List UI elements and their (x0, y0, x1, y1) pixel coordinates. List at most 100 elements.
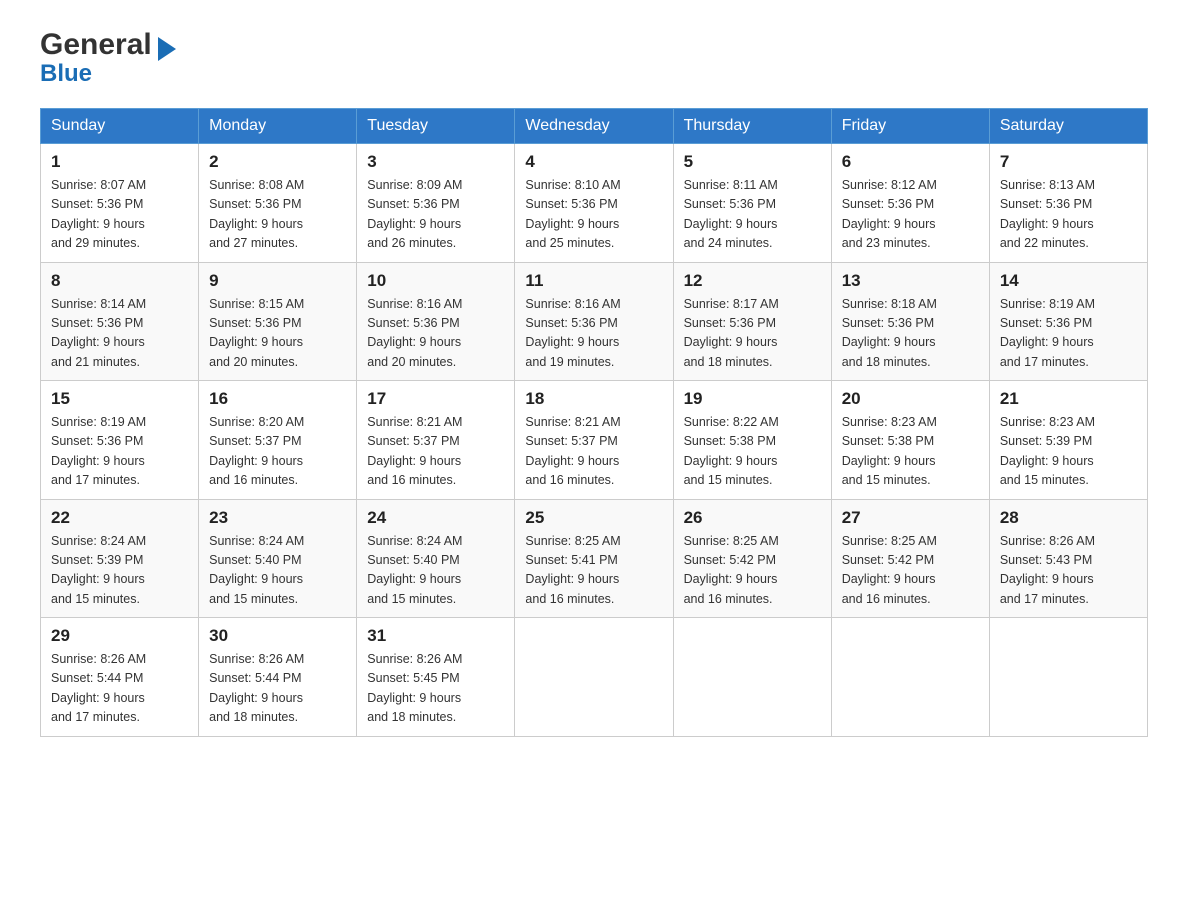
day-number: 6 (842, 152, 979, 172)
day-number: 29 (51, 626, 188, 646)
logo-triangle-icon (158, 37, 186, 61)
day-info: Sunrise: 8:10 AM Sunset: 5:36 PM Dayligh… (525, 176, 662, 254)
day-info: Sunrise: 8:26 AM Sunset: 5:44 PM Dayligh… (209, 650, 346, 728)
day-info: Sunrise: 8:25 AM Sunset: 5:41 PM Dayligh… (525, 532, 662, 610)
day-info: Sunrise: 8:18 AM Sunset: 5:36 PM Dayligh… (842, 295, 979, 373)
day-info: Sunrise: 8:19 AM Sunset: 5:36 PM Dayligh… (51, 413, 188, 491)
day-info: Sunrise: 8:20 AM Sunset: 5:37 PM Dayligh… (209, 413, 346, 491)
calendar-cell (831, 618, 989, 737)
weekday-header-sunday: Sunday (41, 109, 199, 144)
calendar-cell: 28 Sunrise: 8:26 AM Sunset: 5:43 PM Dayl… (989, 499, 1147, 618)
calendar-cell: 4 Sunrise: 8:10 AM Sunset: 5:36 PM Dayli… (515, 144, 673, 263)
calendar-week-row: 1 Sunrise: 8:07 AM Sunset: 5:36 PM Dayli… (41, 144, 1148, 263)
calendar-week-row: 22 Sunrise: 8:24 AM Sunset: 5:39 PM Dayl… (41, 499, 1148, 618)
weekday-header-monday: Monday (199, 109, 357, 144)
logo-blue-part (154, 33, 186, 57)
day-number: 27 (842, 508, 979, 528)
header: General Blue (40, 30, 1148, 88)
weekday-header-friday: Friday (831, 109, 989, 144)
day-number: 9 (209, 271, 346, 291)
day-info: Sunrise: 8:08 AM Sunset: 5:36 PM Dayligh… (209, 176, 346, 254)
day-number: 22 (51, 508, 188, 528)
day-number: 20 (842, 389, 979, 409)
day-number: 28 (1000, 508, 1137, 528)
day-number: 10 (367, 271, 504, 291)
calendar-cell: 29 Sunrise: 8:26 AM Sunset: 5:44 PM Dayl… (41, 618, 199, 737)
calendar-cell: 26 Sunrise: 8:25 AM Sunset: 5:42 PM Dayl… (673, 499, 831, 618)
calendar-cell: 13 Sunrise: 8:18 AM Sunset: 5:36 PM Dayl… (831, 262, 989, 381)
day-info: Sunrise: 8:09 AM Sunset: 5:36 PM Dayligh… (367, 176, 504, 254)
calendar-cell (673, 618, 831, 737)
day-info: Sunrise: 8:24 AM Sunset: 5:39 PM Dayligh… (51, 532, 188, 610)
day-info: Sunrise: 8:19 AM Sunset: 5:36 PM Dayligh… (1000, 295, 1137, 373)
day-info: Sunrise: 8:26 AM Sunset: 5:43 PM Dayligh… (1000, 532, 1137, 610)
day-info: Sunrise: 8:23 AM Sunset: 5:39 PM Dayligh… (1000, 413, 1137, 491)
logo: General Blue (40, 30, 186, 88)
calendar-cell: 14 Sunrise: 8:19 AM Sunset: 5:36 PM Dayl… (989, 262, 1147, 381)
logo-blue-sub: Blue (40, 60, 92, 88)
calendar-table: SundayMondayTuesdayWednesdayThursdayFrid… (40, 108, 1148, 737)
day-info: Sunrise: 8:26 AM Sunset: 5:45 PM Dayligh… (367, 650, 504, 728)
calendar-week-row: 15 Sunrise: 8:19 AM Sunset: 5:36 PM Dayl… (41, 381, 1148, 500)
calendar-cell: 17 Sunrise: 8:21 AM Sunset: 5:37 PM Dayl… (357, 381, 515, 500)
calendar-cell: 1 Sunrise: 8:07 AM Sunset: 5:36 PM Dayli… (41, 144, 199, 263)
calendar-cell (515, 618, 673, 737)
calendar-cell: 21 Sunrise: 8:23 AM Sunset: 5:39 PM Dayl… (989, 381, 1147, 500)
calendar-cell (989, 618, 1147, 737)
calendar-cell: 18 Sunrise: 8:21 AM Sunset: 5:37 PM Dayl… (515, 381, 673, 500)
calendar-cell: 20 Sunrise: 8:23 AM Sunset: 5:38 PM Dayl… (831, 381, 989, 500)
calendar-header-row: SundayMondayTuesdayWednesdayThursdayFrid… (41, 109, 1148, 144)
day-number: 4 (525, 152, 662, 172)
day-info: Sunrise: 8:12 AM Sunset: 5:36 PM Dayligh… (842, 176, 979, 254)
calendar-cell: 15 Sunrise: 8:19 AM Sunset: 5:36 PM Dayl… (41, 381, 199, 500)
calendar-week-row: 8 Sunrise: 8:14 AM Sunset: 5:36 PM Dayli… (41, 262, 1148, 381)
day-info: Sunrise: 8:15 AM Sunset: 5:36 PM Dayligh… (209, 295, 346, 373)
calendar-week-row: 29 Sunrise: 8:26 AM Sunset: 5:44 PM Dayl… (41, 618, 1148, 737)
day-number: 25 (525, 508, 662, 528)
day-number: 15 (51, 389, 188, 409)
calendar-cell: 3 Sunrise: 8:09 AM Sunset: 5:36 PM Dayli… (357, 144, 515, 263)
weekday-header-tuesday: Tuesday (357, 109, 515, 144)
day-number: 11 (525, 271, 662, 291)
calendar-cell: 27 Sunrise: 8:25 AM Sunset: 5:42 PM Dayl… (831, 499, 989, 618)
logo-general-text: General (40, 30, 152, 60)
day-number: 30 (209, 626, 346, 646)
day-number: 16 (209, 389, 346, 409)
calendar-cell: 9 Sunrise: 8:15 AM Sunset: 5:36 PM Dayli… (199, 262, 357, 381)
day-number: 18 (525, 389, 662, 409)
day-info: Sunrise: 8:24 AM Sunset: 5:40 PM Dayligh… (209, 532, 346, 610)
day-info: Sunrise: 8:26 AM Sunset: 5:44 PM Dayligh… (51, 650, 188, 728)
day-number: 17 (367, 389, 504, 409)
day-info: Sunrise: 8:25 AM Sunset: 5:42 PM Dayligh… (842, 532, 979, 610)
day-number: 7 (1000, 152, 1137, 172)
calendar-cell: 10 Sunrise: 8:16 AM Sunset: 5:36 PM Dayl… (357, 262, 515, 381)
day-number: 19 (684, 389, 821, 409)
day-number: 3 (367, 152, 504, 172)
day-info: Sunrise: 8:14 AM Sunset: 5:36 PM Dayligh… (51, 295, 188, 373)
day-number: 2 (209, 152, 346, 172)
calendar-cell: 12 Sunrise: 8:17 AM Sunset: 5:36 PM Dayl… (673, 262, 831, 381)
day-info: Sunrise: 8:23 AM Sunset: 5:38 PM Dayligh… (842, 413, 979, 491)
calendar-cell: 5 Sunrise: 8:11 AM Sunset: 5:36 PM Dayli… (673, 144, 831, 263)
day-number: 5 (684, 152, 821, 172)
day-info: Sunrise: 8:13 AM Sunset: 5:36 PM Dayligh… (1000, 176, 1137, 254)
calendar-cell: 7 Sunrise: 8:13 AM Sunset: 5:36 PM Dayli… (989, 144, 1147, 263)
calendar-cell: 19 Sunrise: 8:22 AM Sunset: 5:38 PM Dayl… (673, 381, 831, 500)
calendar-cell: 16 Sunrise: 8:20 AM Sunset: 5:37 PM Dayl… (199, 381, 357, 500)
day-info: Sunrise: 8:22 AM Sunset: 5:38 PM Dayligh… (684, 413, 821, 491)
calendar-cell: 23 Sunrise: 8:24 AM Sunset: 5:40 PM Dayl… (199, 499, 357, 618)
day-info: Sunrise: 8:07 AM Sunset: 5:36 PM Dayligh… (51, 176, 188, 254)
day-number: 23 (209, 508, 346, 528)
calendar-cell: 30 Sunrise: 8:26 AM Sunset: 5:44 PM Dayl… (199, 618, 357, 737)
day-number: 24 (367, 508, 504, 528)
calendar-cell: 25 Sunrise: 8:25 AM Sunset: 5:41 PM Dayl… (515, 499, 673, 618)
day-number: 1 (51, 152, 188, 172)
calendar-cell: 11 Sunrise: 8:16 AM Sunset: 5:36 PM Dayl… (515, 262, 673, 381)
calendar-cell: 22 Sunrise: 8:24 AM Sunset: 5:39 PM Dayl… (41, 499, 199, 618)
day-number: 21 (1000, 389, 1137, 409)
calendar-cell: 31 Sunrise: 8:26 AM Sunset: 5:45 PM Dayl… (357, 618, 515, 737)
day-info: Sunrise: 8:16 AM Sunset: 5:36 PM Dayligh… (525, 295, 662, 373)
day-info: Sunrise: 8:16 AM Sunset: 5:36 PM Dayligh… (367, 295, 504, 373)
day-number: 26 (684, 508, 821, 528)
day-number: 31 (367, 626, 504, 646)
